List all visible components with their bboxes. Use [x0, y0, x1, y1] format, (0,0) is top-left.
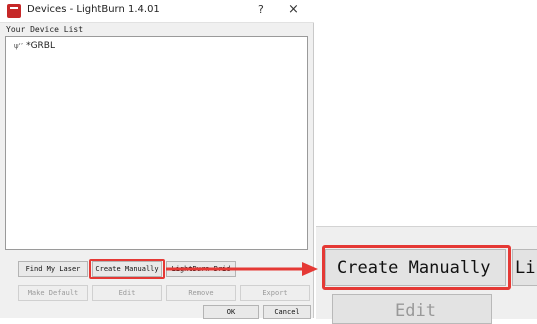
red-arrow-icon — [166, 262, 318, 276]
